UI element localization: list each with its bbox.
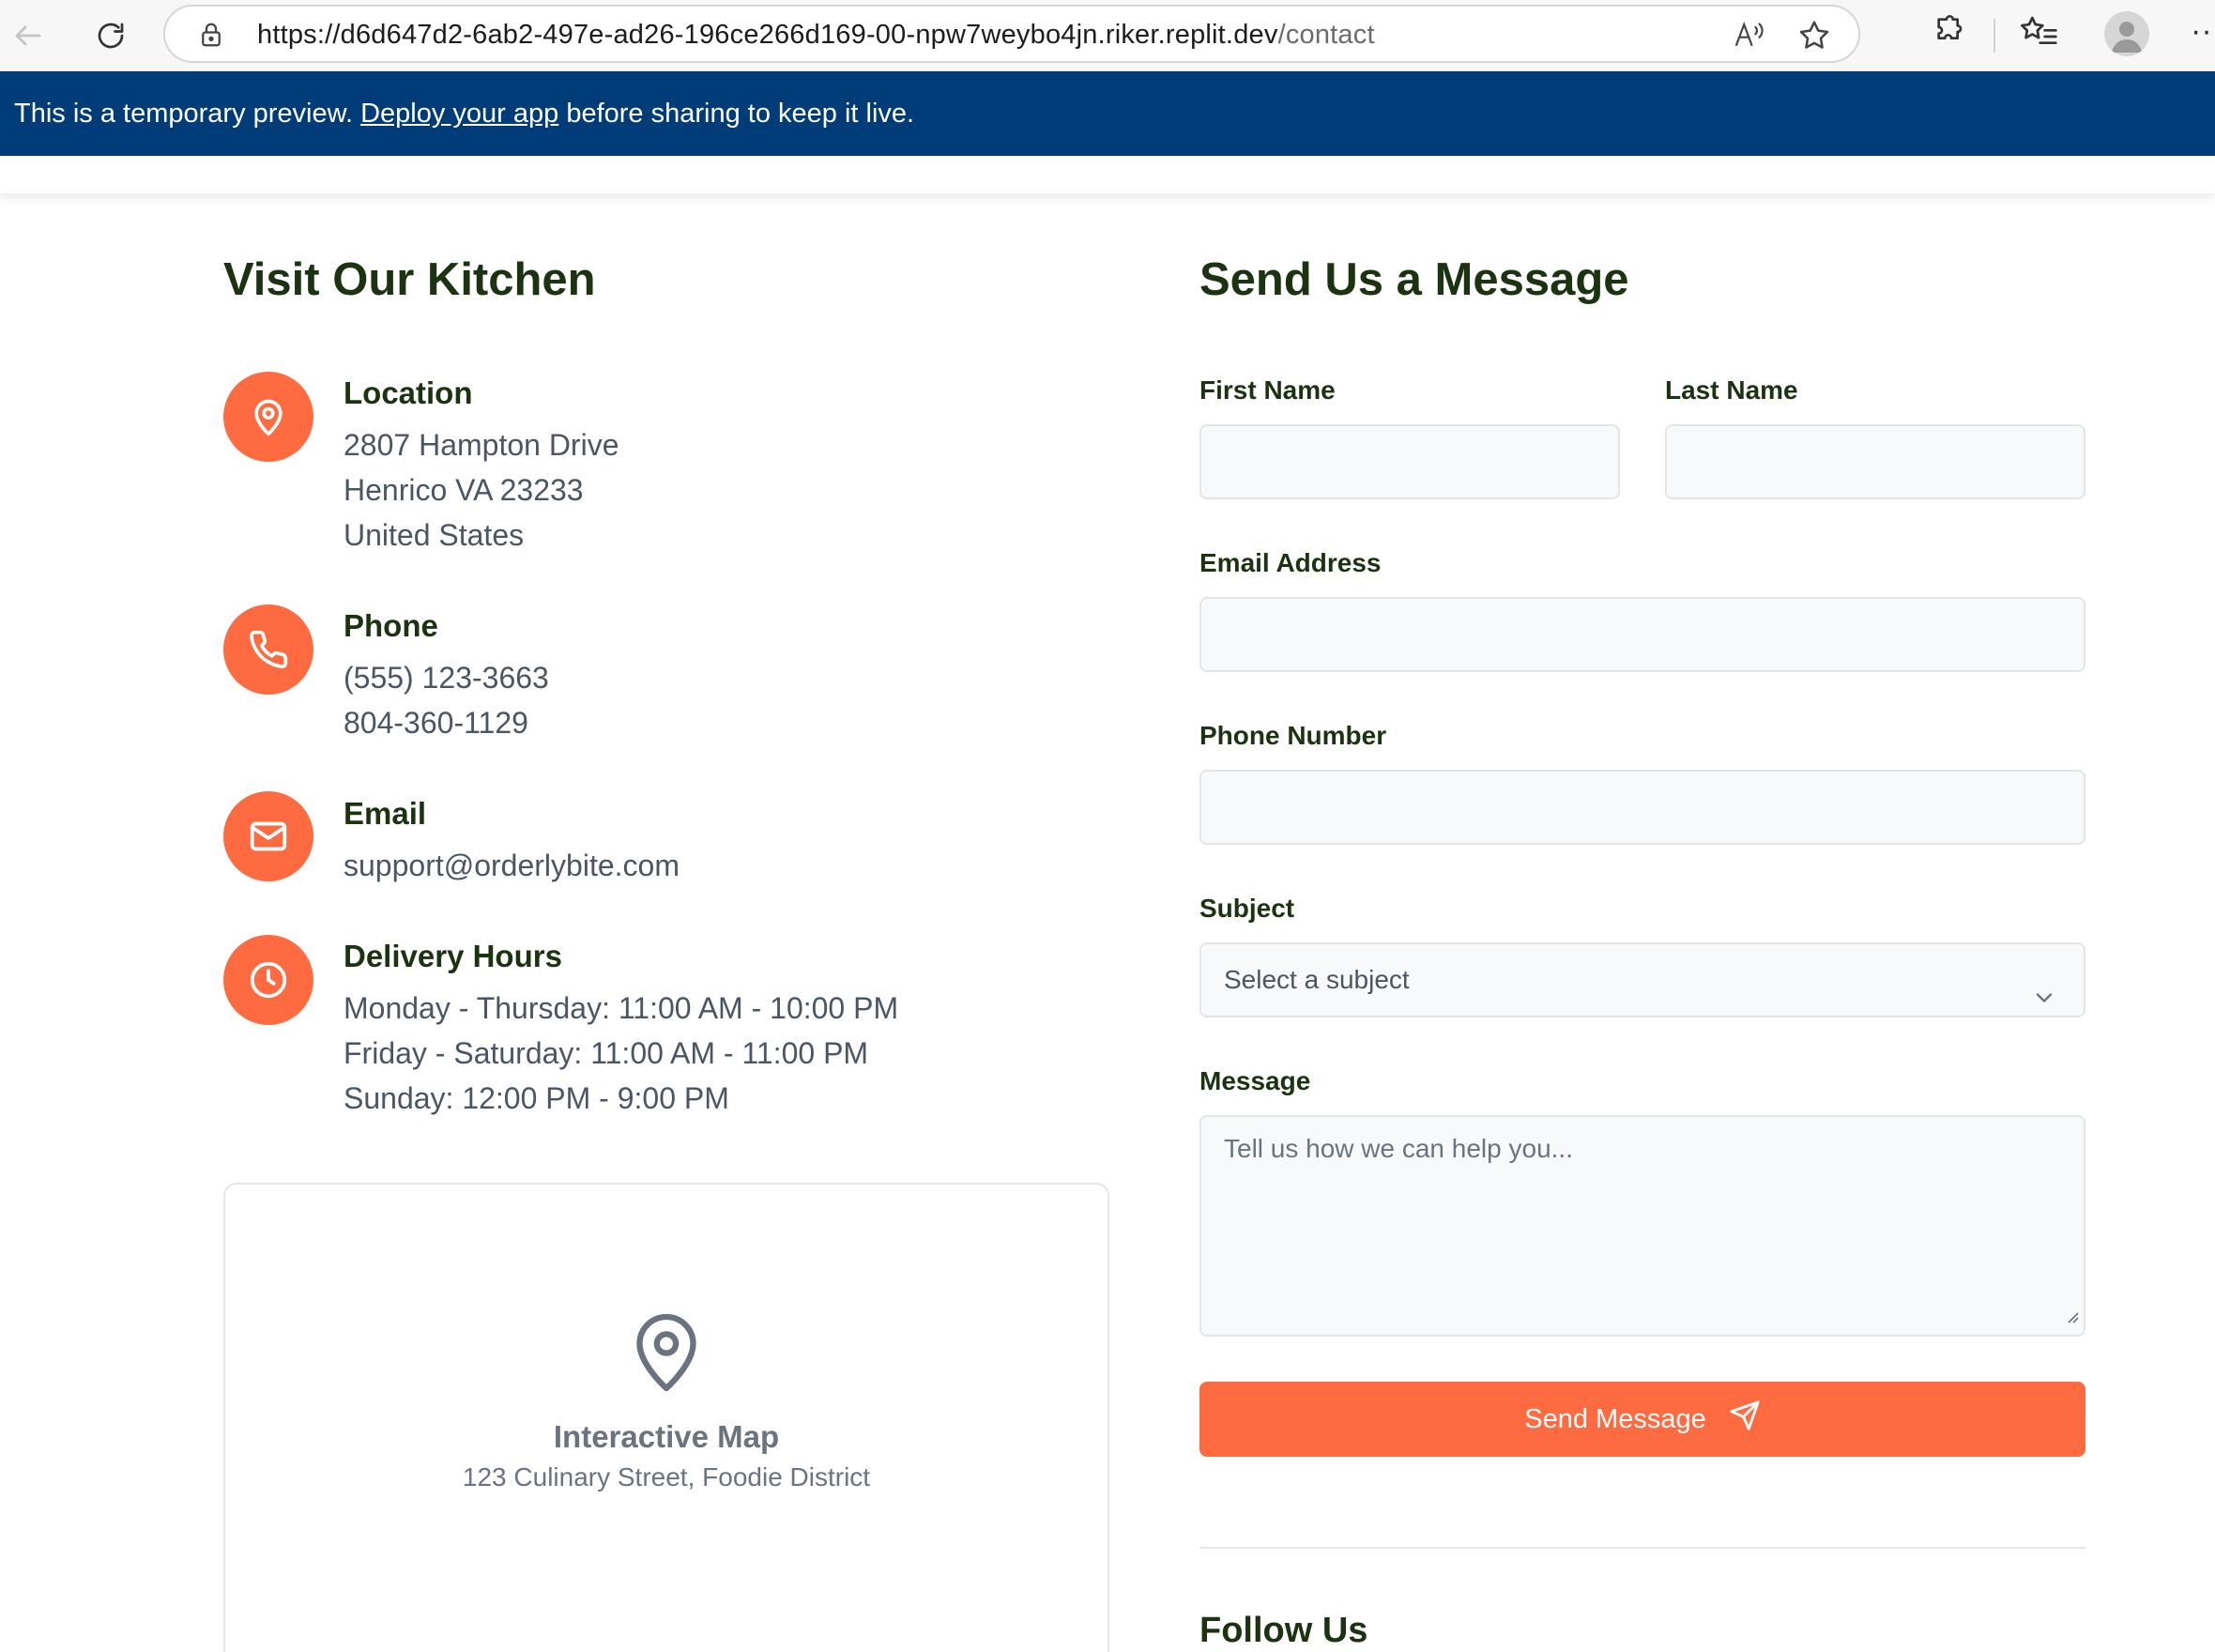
message-label: Message [1199, 1066, 1311, 1095]
toolbar-separator [1994, 19, 1995, 53]
first-name-label: First Name [1199, 375, 1336, 405]
phone-field[interactable] [1199, 770, 2085, 845]
read-aloud-icon[interactable] [1733, 18, 1768, 56]
favorites-icon[interactable] [2018, 13, 2059, 55]
favorite-star-icon[interactable] [1796, 18, 1832, 58]
url-text: https://d6d647d2-6ab2-497e-ad26-196ce266… [257, 20, 1375, 50]
message-placeholder: Tell us how we can help you... [1224, 1134, 1573, 1163]
email-line-1: support@orderlybite.com [344, 849, 680, 882]
send-icon [1729, 1400, 1761, 1439]
subject-selected-value: Select a subject [1224, 965, 1410, 994]
more-menu-icon[interactable]: ··· [2191, 13, 2215, 50]
visit-heading: Visit Our Kitchen [223, 254, 596, 305]
phone-icon [223, 604, 313, 695]
lock-icon [197, 20, 225, 54]
hours-line-1: Monday - Thursday: 11:00 AM - 10:00 PM [344, 991, 899, 1025]
mail-icon [223, 791, 313, 881]
first-name-field[interactable] [1199, 424, 1620, 499]
clock-icon [223, 935, 313, 1025]
map-pin-icon [631, 1310, 702, 1400]
resize-handle-icon[interactable] [2063, 1301, 2080, 1331]
back-arrow-icon[interactable] [6, 13, 51, 58]
phone-label: Phone Number [1199, 721, 1387, 750]
preview-banner: This is a temporary preview. Deploy your… [0, 71, 2215, 156]
send-message-button[interactable]: Send Message [1199, 1382, 2085, 1457]
phone-line-1: (555) 123-3663 [344, 661, 549, 695]
message-textarea[interactable]: Tell us how we can help you... [1199, 1115, 2085, 1337]
section-divider [1199, 1547, 2085, 1549]
email-field[interactable] [1199, 597, 2085, 672]
location-line-3: United States [344, 518, 525, 552]
deploy-link[interactable]: Deploy your app [360, 99, 558, 129]
reload-icon[interactable] [88, 13, 133, 58]
last-name-label: Last Name [1665, 375, 1798, 405]
subject-label: Subject [1199, 894, 1295, 923]
map-card[interactable]: Interactive Map 123 Culinary Street, Foo… [223, 1183, 1109, 1652]
phone-title: Phone [344, 608, 438, 643]
location-line-2: Henrico VA 23233 [344, 473, 584, 507]
hours-line-2: Friday - Saturday: 11:00 AM - 11:00 PM [344, 1036, 869, 1070]
site-header-edge [0, 156, 2215, 193]
send-message-label: Send Message [1524, 1403, 1706, 1434]
subject-select[interactable]: Select a subject [1199, 942, 2085, 1017]
email-label: Email Address [1199, 548, 1382, 577]
profile-avatar-icon[interactable] [2104, 11, 2149, 56]
address-bar[interactable]: https://d6d647d2-6ab2-497e-ad26-196ce266… [163, 5, 1860, 63]
map-address: 123 Culinary Street, Foodie District [462, 1462, 871, 1491]
location-title: Location [344, 375, 473, 410]
last-name-field[interactable] [1665, 424, 2085, 499]
browser-toolbar: https://d6d647d2-6ab2-497e-ad26-196ce266… [0, 0, 2215, 71]
chevron-down-icon [2031, 967, 2057, 1038]
map-title: Interactive Map [553, 1419, 780, 1454]
extensions-icon[interactable] [1928, 13, 1965, 55]
phone-line-2: 804-360-1129 [344, 706, 528, 740]
banner-text-before: This is a temporary preview. [14, 99, 361, 129]
location-line-1: 2807 Hampton Drive [344, 428, 619, 462]
hours-line-3: Sunday: 12:00 PM - 9:00 PM [344, 1081, 729, 1115]
hours-title: Delivery Hours [344, 939, 562, 973]
email-title: Email [344, 796, 427, 831]
follow-us-heading: Follow Us [1199, 1611, 1368, 1650]
message-heading: Send Us a Message [1199, 254, 1629, 305]
location-pin-icon [223, 372, 313, 462]
banner-text-after: before sharing to keep it live. [558, 99, 915, 129]
